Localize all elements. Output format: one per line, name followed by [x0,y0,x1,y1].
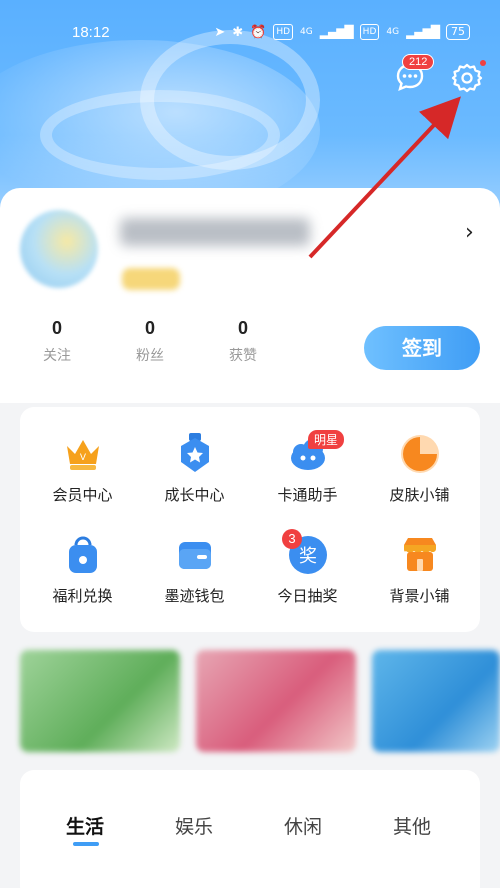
stat-value: 0 [144,318,155,338]
stat-label: 获赞 [229,348,257,364]
service-member-center[interactable]: V 会员中心 [25,432,140,505]
stat-label: 关注 [43,348,71,364]
skin-pie-icon [398,432,442,476]
service-label: 背景小铺 [389,587,450,605]
username-blurred [120,218,310,246]
stat-following[interactable]: 0 关注 [27,318,87,365]
crown-icon: V [61,432,105,476]
chevron-right-icon[interactable]: › [465,220,474,245]
hd-badge: HD [273,24,294,40]
settings-button[interactable] [451,62,483,94]
service-label: 福利兑换 [52,587,113,605]
message-count-badge: 212 [402,54,435,70]
service-daily-lottery[interactable]: 奖 3 今日抽奖 [250,529,365,606]
service-background-shop[interactable]: 背景小铺 [362,533,477,606]
banner-card[interactable] [372,650,500,752]
service-label: 卡通助手 [277,486,338,504]
stat-value: 0 [51,318,62,338]
network-label: 4G [386,27,400,37]
location-icon: ➤ [214,24,226,40]
stat-value: 0 [237,318,248,338]
bluetooth-icon: ✱ [232,24,244,40]
service-moji-wallet[interactable]: 墨迹钱包 [137,533,252,606]
cloud-decoration [40,90,280,180]
service-label: 皮肤小铺 [389,486,450,504]
stat-likes[interactable]: 0 获赞 [213,318,273,365]
lottery-glyph: 奖 [299,546,317,567]
svg-text:V: V [79,453,86,463]
service-welfare-exchange[interactable]: 福利兑换 [25,533,140,606]
status-bar: 18:12 ➤ ✱ ⏰ HD 4G ▂▄▆█ HD 4G ▂▄▆█ 75 [0,18,500,48]
service-growth-center[interactable]: 成长中心 [137,432,252,505]
banner-card[interactable] [196,650,356,752]
network-label: 4G [300,27,313,37]
status-icons: ➤ ✱ ⏰ HD 4G ▂▄▆█ HD 4G ▂▄▆█ 75 [214,24,470,40]
service-label: 墨迹钱包 [164,587,225,605]
service-label: 今日抽奖 [277,587,338,605]
star-tag: 明星 [308,430,345,449]
growth-medal-icon [173,432,217,476]
banner-card[interactable] [20,650,180,752]
service-label: 成长中心 [164,486,225,504]
wallet-icon [173,533,217,577]
service-skin-shop[interactable]: 皮肤小铺 [362,432,477,505]
signin-button[interactable]: 签到 [364,326,480,370]
hd-badge: HD [359,24,380,40]
tab-life[interactable]: 生活 [66,812,104,839]
gift-bag-icon [61,533,105,577]
service-cartoon-assistant[interactable]: 明星 卡通助手 [250,430,365,505]
signal-icon: ▂▄▆█ [406,25,440,39]
settings-notification-dot [480,60,486,66]
tab-other[interactable]: 其他 [393,812,431,839]
stat-fans[interactable]: 0 粉丝 [120,318,180,365]
signal-icon: ▂▄▆█ [319,25,354,39]
lottery-count-badge: 3 [282,529,302,549]
vip-badge-blurred [122,268,180,290]
alarm-icon: ⏰ [250,24,267,40]
tab-leisure[interactable]: 休闲 [284,812,322,839]
status-time: 18:12 [72,24,110,41]
stat-label: 粉丝 [136,348,164,364]
active-tab-indicator [73,842,99,846]
shop-icon [398,533,442,577]
settings-icon [451,63,483,93]
avatar[interactable] [20,210,98,288]
tab-entertainment[interactable]: 娱乐 [175,812,213,839]
battery-icon: 75 [446,24,470,40]
service-label: 会员中心 [52,486,113,504]
